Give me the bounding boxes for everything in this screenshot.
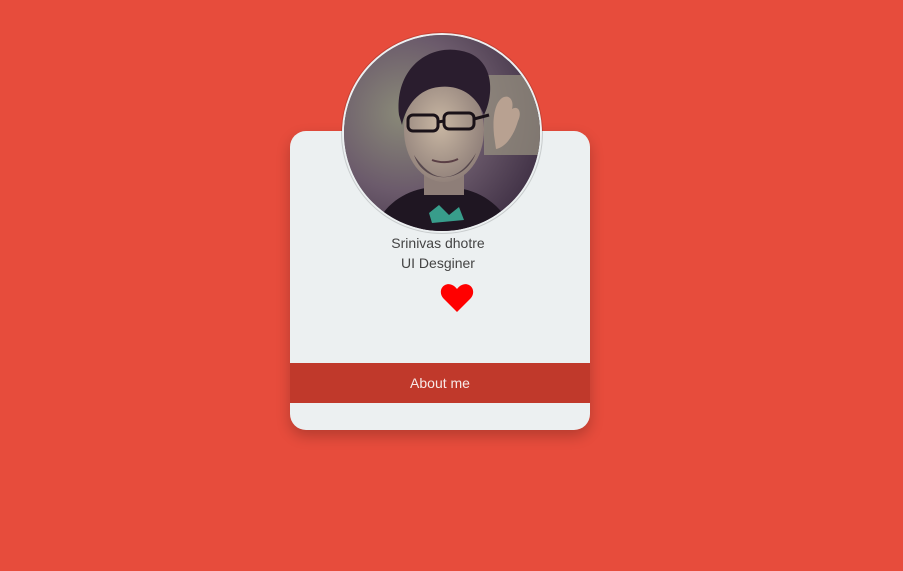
profile-photo	[344, 35, 540, 231]
heart-icon[interactable]	[440, 282, 474, 314]
page-background: Srinivas dhotre UI Desginer About me	[0, 0, 903, 571]
profile-name: Srinivas dhotre	[391, 235, 485, 251]
profile-title: UI Desginer	[401, 255, 475, 271]
about-me-button[interactable]: About me	[290, 363, 590, 403]
avatar	[342, 33, 542, 233]
